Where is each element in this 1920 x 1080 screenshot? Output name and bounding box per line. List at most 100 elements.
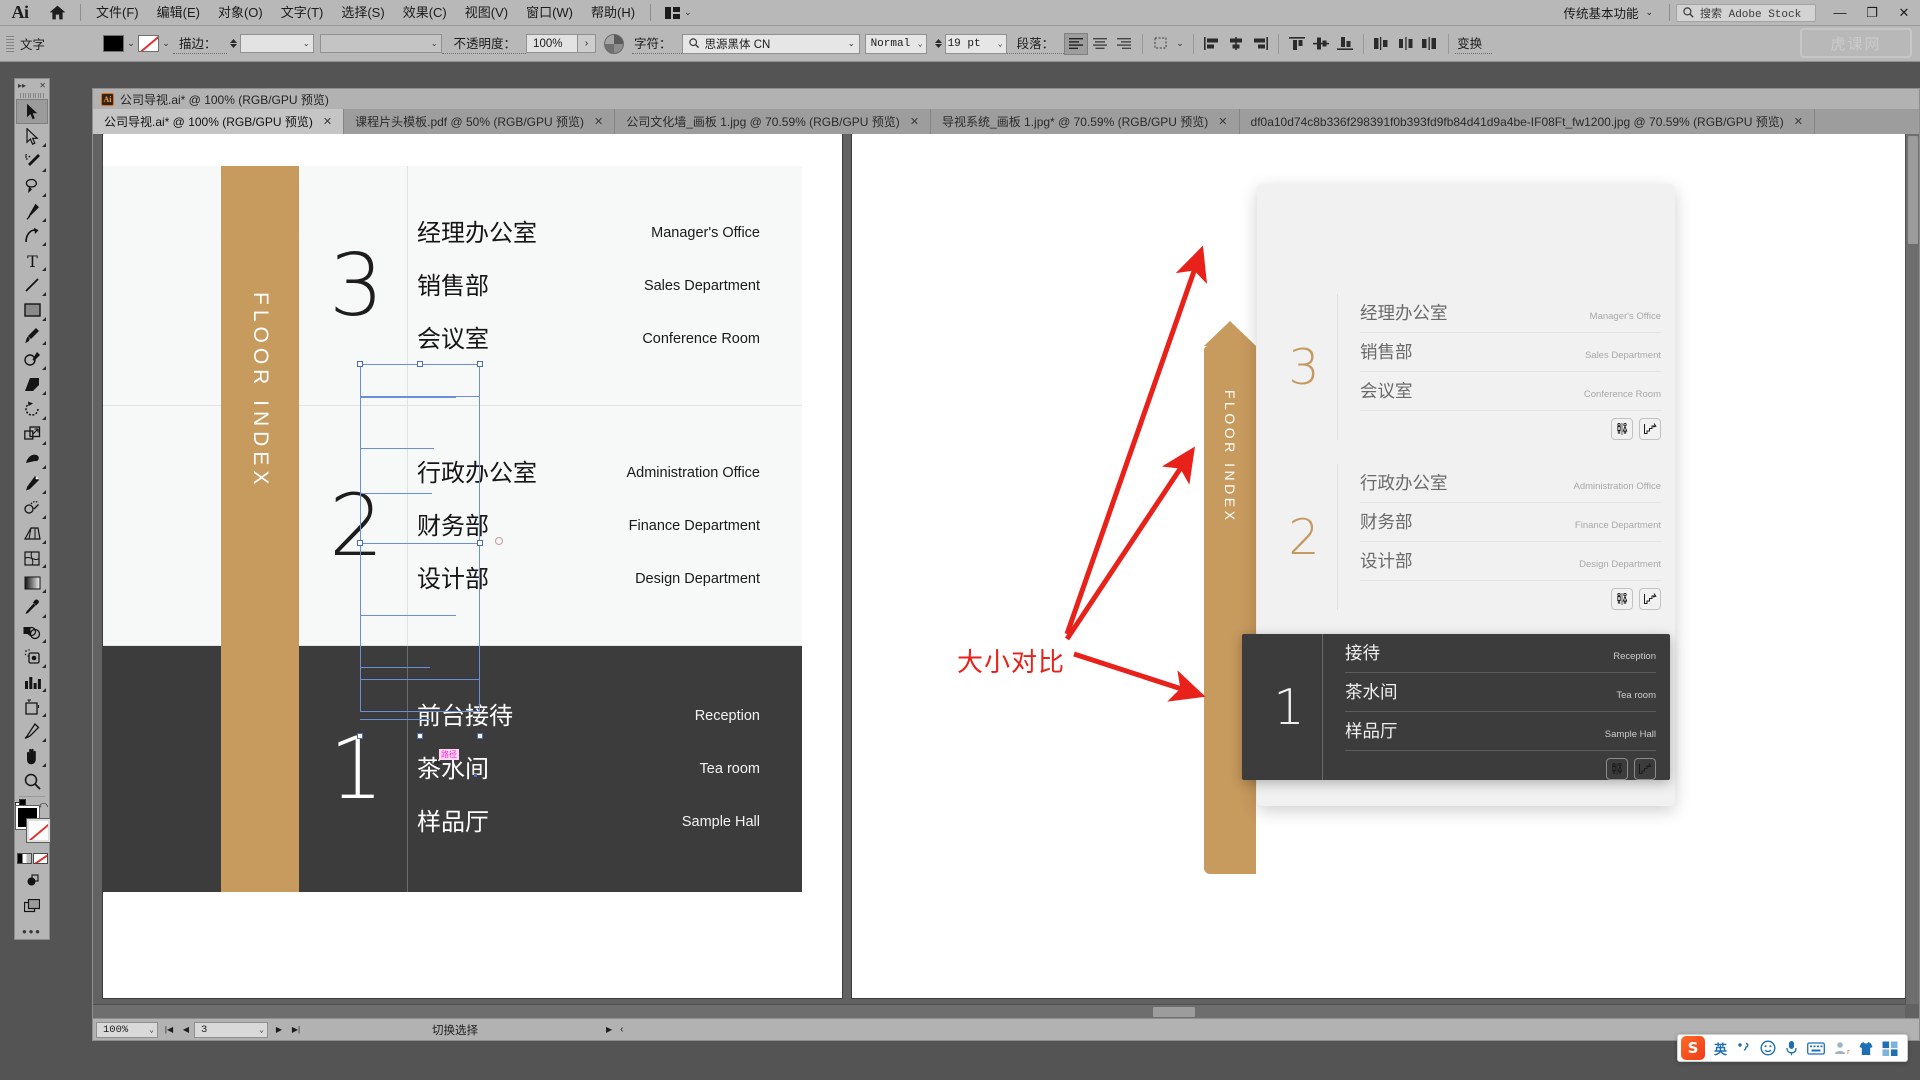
- menu-item-2[interactable]: 对象(O): [209, 0, 272, 26]
- stock-search-input[interactable]: 搜索 Adobe Stock: [1676, 3, 1816, 22]
- minimize-button[interactable]: —: [1824, 0, 1856, 26]
- document-tab-1[interactable]: 课程片头模板.pdf @ 50% (RGB/GPU 预览) ✕: [344, 109, 616, 134]
- direct-selection-tool[interactable]: [16, 124, 48, 149]
- type-tool[interactable]: T: [16, 248, 48, 273]
- selection-handle[interactable]: [477, 540, 483, 546]
- tools-panel-grip[interactable]: [15, 91, 49, 99]
- shape-builder-tool[interactable]: [16, 496, 48, 521]
- floor-index-banner[interactable]: FLOOR INDEX: [221, 200, 299, 670]
- artwork-floor-3[interactable]: 3 经理办公室 销售部 会议室 Manager's Office Sales Depart…: [103, 166, 802, 406]
- apps-icon[interactable]: [1882, 1041, 1898, 1056]
- reference-floor-1[interactable]: 1 接待 Reception 茶水间 Tea room 样品厅 Sample Hall: [1242, 634, 1670, 780]
- none-mode-button[interactable]: [32, 852, 48, 864]
- punctuation-icon[interactable]: [1736, 1041, 1751, 1055]
- artboard-left[interactable]: FLOOR INDEX 3 经理办公室 销售部 会议室 Manager's Office…: [103, 134, 842, 998]
- shaper-pencil-tool[interactable]: [16, 347, 48, 372]
- hand-tool[interactable]: [16, 744, 48, 769]
- screen-mode-icon[interactable]: [16, 893, 48, 918]
- paintbrush-tool[interactable]: [16, 323, 48, 348]
- curvature-tool[interactable]: [16, 224, 48, 249]
- eyedropper-tool[interactable]: [16, 595, 48, 620]
- stroke-color-swatch[interactable]: [26, 818, 51, 844]
- arrange-documents-button[interactable]: ⌄: [657, 0, 700, 26]
- close-tab-icon[interactable]: ✕: [1218, 115, 1227, 128]
- document-tab-3[interactable]: 导视系统_画板 1.jpg* @ 70.59% (RGB/GPU 预览) ✕: [931, 109, 1240, 134]
- vertical-scrollbar[interactable]: [1905, 134, 1919, 1004]
- selection-handle[interactable]: [417, 733, 423, 739]
- close-tab-icon[interactable]: ✕: [594, 115, 603, 128]
- selection-handle[interactable]: [417, 361, 423, 367]
- menu-item-5[interactable]: 效果(C): [394, 0, 456, 26]
- first-artboard-button[interactable]: |◀: [161, 1022, 177, 1038]
- eraser-tool[interactable]: [16, 372, 48, 397]
- menu-item-3[interactable]: 文字(T): [272, 0, 333, 26]
- vertical-align-bottom-button[interactable]: [1333, 33, 1357, 55]
- horizontal-align-right-button[interactable]: [1248, 33, 1272, 55]
- close-tab-icon[interactable]: ✕: [910, 115, 919, 128]
- microphone-icon[interactable]: [1785, 1040, 1798, 1056]
- soft-keyboard-icon[interactable]: [1807, 1041, 1825, 1055]
- sogou-logo-icon[interactable]: S: [1680, 1036, 1705, 1060]
- status-expand-icon[interactable]: ▶: [606, 1025, 612, 1034]
- edit-toolbar-icon[interactable]: •••: [22, 924, 42, 939]
- previous-artboard-button[interactable]: ◀: [178, 1022, 194, 1038]
- menu-item-4[interactable]: 选择(S): [332, 0, 393, 26]
- close-tab-icon[interactable]: ✕: [1794, 115, 1803, 128]
- chevron-down-icon[interactable]: ⌄: [1173, 35, 1187, 52]
- status-resize-icon[interactable]: ‹: [620, 1024, 623, 1035]
- mesh-tool[interactable]: [16, 546, 48, 571]
- distribute-vertical-center-button[interactable]: [1394, 33, 1418, 55]
- rotate-handle[interactable]: [495, 537, 503, 545]
- menu-item-8[interactable]: 帮助(H): [582, 0, 644, 26]
- vertical-align-top-button[interactable]: [1285, 33, 1309, 55]
- fill-chevron-icon[interactable]: ⌄: [124, 35, 138, 52]
- lasso-tool[interactable]: [16, 174, 48, 199]
- horizontal-align-center-button[interactable]: [1224, 33, 1248, 55]
- document-tab-2[interactable]: 公司文化墙_画板 1.jpg @ 70.59% (RGB/GPU 预览) ✕: [615, 109, 932, 134]
- document-tab-0[interactable]: 公司导视.ai* @ 100% (RGB/GPU 预览) ✕: [93, 109, 345, 134]
- distribute-vertical-top-button[interactable]: [1370, 33, 1394, 55]
- stroke-weight-stepper[interactable]: [227, 39, 240, 48]
- scale-tool[interactable]: [16, 422, 48, 447]
- emoji-icon[interactable]: [1760, 1040, 1776, 1056]
- color-mode-button[interactable]: [16, 852, 32, 864]
- free-transform-tool[interactable]: [16, 471, 48, 496]
- font-size-dropdown[interactable]: 19 pt ⌄: [944, 33, 1007, 54]
- vertical-align-center-button[interactable]: [1309, 33, 1333, 55]
- artboard-tool[interactable]: [16, 694, 48, 719]
- align-left-button[interactable]: [1064, 32, 1089, 55]
- close-button[interactable]: ✕: [1888, 0, 1920, 26]
- slice-tool[interactable]: [16, 719, 48, 744]
- opacity-options-button[interactable]: ›: [578, 34, 597, 53]
- pen-tool[interactable]: [16, 199, 48, 224]
- restore-button[interactable]: ❐: [1856, 0, 1888, 26]
- skin-icon[interactable]: [1859, 1041, 1873, 1056]
- user-icon[interactable]: n: [1834, 1041, 1850, 1055]
- line-segment-tool[interactable]: [16, 273, 48, 298]
- selection-handle[interactable]: [357, 361, 363, 367]
- rotate-tool[interactable]: [16, 397, 48, 422]
- artwork-floor-2[interactable]: 2 行政办公室 财务部 设计部 Administration Office Finance…: [103, 406, 802, 646]
- stroke-chevron-icon[interactable]: ⌄: [159, 35, 173, 52]
- blend-tool[interactable]: [16, 620, 48, 645]
- width-warp-tool[interactable]: [16, 447, 48, 472]
- stroke-swatch[interactable]: [138, 35, 160, 52]
- artboard-reference[interactable]: FLOOR INDEX 3 经理办公室 Manager's Office 销售部 Sal…: [852, 134, 1910, 998]
- vertical-scroll-thumb[interactable]: [1908, 136, 1918, 244]
- zoom-level-dropdown[interactable]: 100% ⌄: [96, 1021, 158, 1038]
- close-tab-icon[interactable]: ✕: [323, 115, 332, 128]
- canvas[interactable]: FLOOR INDEX 3 经理办公室 销售部 会议室 Manager's Office…: [92, 134, 1920, 1019]
- menu-item-7[interactable]: 窗口(W): [517, 0, 582, 26]
- stroke-weight-dropdown[interactable]: ⌄: [239, 34, 314, 53]
- artwork-floor-1[interactable]: 1 前台接待 茶水间 样品厅 Reception Tea room Sample Hall: [103, 646, 802, 892]
- home-icon[interactable]: [40, 0, 74, 26]
- opacity-input[interactable]: 100%: [526, 34, 579, 53]
- collapse-panel-icon[interactable]: ▸▸: [18, 81, 26, 90]
- stroke-profile-dropdown[interactable]: ⌄: [319, 34, 442, 53]
- selection-handle[interactable]: [357, 540, 363, 546]
- perspective-grid-tool[interactable]: [16, 521, 48, 546]
- reference-floor-2[interactable]: 2 行政办公室 Administration Office 财务部 Finance De…: [1257, 464, 1675, 610]
- font-size-stepper[interactable]: [932, 39, 945, 48]
- menu-item-0[interactable]: 文件(F): [87, 0, 148, 26]
- symbol-sprayer-tool[interactable]: [16, 645, 48, 670]
